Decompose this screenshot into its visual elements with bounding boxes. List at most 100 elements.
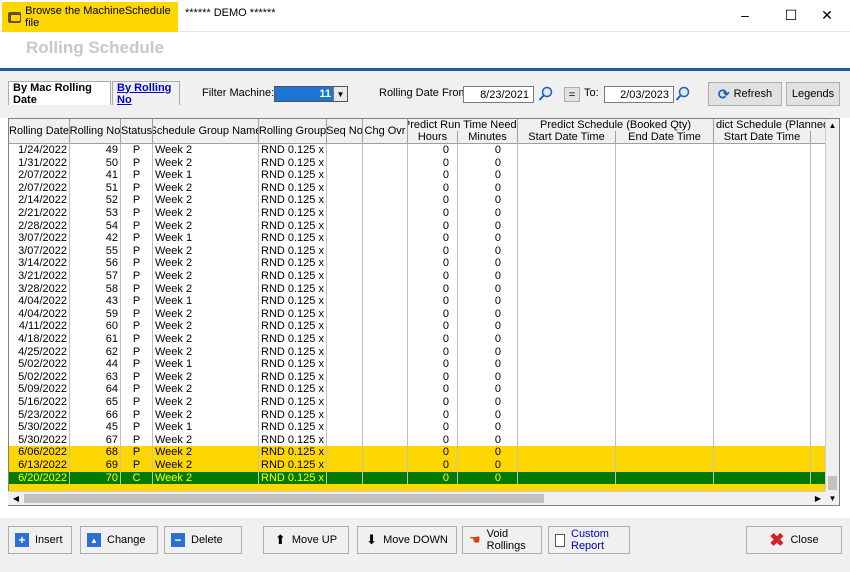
cell-hours: 0 xyxy=(408,244,458,258)
schedule-grid[interactable]: Rolling Date Rolling No Status Schedule … xyxy=(8,118,840,506)
table-row[interactable]: 5/23/2022 66 P Week 2 RND 0.125 x 2 00 xyxy=(9,408,827,422)
cell-rolling-date: 2/21/2022 xyxy=(9,207,70,220)
cell-rolling-no: 57 xyxy=(70,270,121,283)
col-status[interactable]: Status xyxy=(121,119,153,144)
table-row[interactable]: 1/31/2022 50 P Week 2 RND 0.125 x 2 00 xyxy=(9,156,827,170)
cell-rolling-date: 2/07/2022 xyxy=(9,181,70,195)
col-rolling-date[interactable]: Rolling Date xyxy=(9,119,70,144)
cell-rolling-no: 51 xyxy=(70,181,121,195)
cell-empty xyxy=(518,156,616,170)
cell-hours: 0 xyxy=(408,446,458,459)
refresh-button[interactable]: ⟳ Refresh xyxy=(708,82,782,106)
scroll-up-icon[interactable]: ▲ xyxy=(826,119,839,132)
table-row[interactable]: 1/24/2022 49 P Week 2 RND 0.125 x 2 00 xyxy=(9,144,827,157)
cell-rolling-date: 5/02/2022 xyxy=(9,370,70,384)
close-window-button[interactable]: ✕ xyxy=(804,0,850,30)
cell-empty xyxy=(616,446,714,459)
scroll-thumb[interactable] xyxy=(828,476,837,490)
vertical-scrollbar[interactable]: ▲ ▼ xyxy=(825,119,839,505)
table-row[interactable]: 3/07/2022 55 P Week 2 RND 0.125 x 2 00 xyxy=(9,244,827,258)
legends-button[interactable]: Legends xyxy=(786,82,840,106)
col-schedule-group-name[interactable]: Schedule Group Name xyxy=(153,119,259,144)
table-row[interactable]: 3/28/2022 58 P Week 2 RND 0.125 x 2 00 xyxy=(9,282,827,296)
col-hours[interactable]: Hours xyxy=(408,131,458,144)
cell-empty xyxy=(616,459,714,472)
table-row[interactable]: 2/28/2022 54 P Week 2 RND 0.125 x 2 00 xyxy=(9,219,827,233)
refresh-label: Refresh xyxy=(733,88,773,100)
col-rolling-no[interactable]: Rolling No xyxy=(70,119,121,144)
table-row[interactable]: 5/09/2022 64 P Week 2 RND 0.125 x 2 00 xyxy=(9,383,827,396)
table-row[interactable]: 5/16/2022 65 P Week 2 RND 0.125 x 2 00 xyxy=(9,396,827,409)
custom-report-button[interactable]: Custom Report xyxy=(548,526,630,554)
scroll-left-icon[interactable]: ◀ xyxy=(10,492,22,505)
cell-group-name: Week 2 xyxy=(153,471,259,485)
cell-empty xyxy=(616,270,714,283)
cell-empty xyxy=(518,295,616,308)
insert-button[interactable]: + Insert xyxy=(8,526,72,554)
col-seq-no[interactable]: Seq No xyxy=(327,119,363,144)
tab-by-rolling-no[interactable]: By Rolling No xyxy=(112,81,180,106)
table-row[interactable]: 2/14/2022 52 P Week 2 RND 0.125 x 2 00 xyxy=(9,194,827,207)
table-row[interactable]: 2/07/2022 51 P Week 2 RND 0.125 x 2 00 xyxy=(9,181,827,195)
table-row[interactable]: 3/14/2022 56 P Week 2 RND 0.125 x 2 00 xyxy=(9,257,827,270)
table-row[interactable]: 4/25/2022 62 P Week 2 RND 0.125 x 2 00 xyxy=(9,345,827,359)
move-up-button[interactable]: ⬆ Move UP xyxy=(263,526,349,554)
chevron-down-icon[interactable]: ▼ xyxy=(333,87,347,101)
cell-status: P xyxy=(121,446,153,459)
cell-rolling-no: 63 xyxy=(70,370,121,384)
minimize-button[interactable]: – xyxy=(722,0,768,30)
void-rollings-button[interactable]: ☚ Void Rollings xyxy=(462,526,542,554)
table-row[interactable]: 6/13/2022 69 P Week 2 RND 0.125 x 2 00 xyxy=(9,459,827,472)
hscroll-thumb[interactable] xyxy=(24,494,544,503)
tab-by-mac-rolling-date[interactable]: By Mac Rolling Date xyxy=(8,81,111,106)
equal-button[interactable]: = xyxy=(564,87,580,102)
cell-rolling-group: RND 0.125 x 2 xyxy=(261,383,327,396)
search-icon[interactable] xyxy=(538,86,554,102)
table-row[interactable]: 4/04/2022 59 P Week 2 RND 0.125 x 2 00 xyxy=(9,307,827,321)
table-row[interactable]: 5/02/2022 63 P Week 2 RND 0.125 x 2 00 xyxy=(9,370,827,384)
close-button[interactable]: ✖ Close xyxy=(746,526,842,554)
scroll-down-icon[interactable]: ▼ xyxy=(826,492,839,505)
cell-empty xyxy=(616,295,714,308)
cell-rolling-group: RND 0.125 x 2 xyxy=(261,358,327,371)
table-row[interactable]: 5/30/2022 67 P Week 2 RND 0.125 x 2 00 xyxy=(9,433,827,447)
table-row[interactable]: 2/07/2022 41 P Week 1 RND 0.125 x 2 00 xyxy=(9,169,827,182)
search-icon[interactable] xyxy=(675,86,691,102)
table-row[interactable]: 3/07/2022 42 P Week 1 RND 0.125 x 2 00 xyxy=(9,232,827,245)
cell-status: P xyxy=(121,396,153,409)
change-button[interactable]: ▲ Change xyxy=(80,526,158,554)
move-down-label: Move DOWN xyxy=(383,534,448,546)
col-start-date-time[interactable]: Start Date Time xyxy=(518,131,616,144)
table-row[interactable]: 4/18/2022 61 P Week 2 RND 0.125 x 2 00 xyxy=(9,333,827,346)
browse-file-button[interactable]: Browse the MachineSchedule file xyxy=(2,2,178,32)
col-minutes[interactable]: Minutes xyxy=(458,131,518,144)
table-row[interactable]: 6/06/2022 68 P Week 2 RND 0.125 x 2 00 xyxy=(9,446,827,459)
scroll-right-icon[interactable]: ▶ xyxy=(812,492,824,505)
move-down-button[interactable]: ⬇ Move DOWN xyxy=(357,526,457,554)
col-chg-ovr[interactable]: Chg Ovr xyxy=(363,119,408,144)
date-from-field[interactable]: 8/23/2021 xyxy=(463,86,534,103)
machine-select[interactable]: 11 ▼ xyxy=(274,86,348,102)
col-end-date-time[interactable]: End Date Time xyxy=(616,131,714,144)
horizontal-scrollbar[interactable]: ◀ ▶ xyxy=(8,491,826,505)
cell-empty xyxy=(518,144,616,157)
table-row[interactable]: 6/20/2022 70 C Week 2 RND 0.125 x 2 00 xyxy=(9,471,827,485)
col-rolling-group[interactable]: Rolling Group xyxy=(259,119,327,144)
cell-rolling-no: 44 xyxy=(70,358,121,371)
col-start-date-time-2[interactable]: Start Date Time xyxy=(714,131,811,144)
cell-status: P xyxy=(121,345,153,359)
cell-empty xyxy=(714,408,811,422)
table-row[interactable]: 5/02/2022 44 P Week 1 RND 0.125 x 2 00 xyxy=(9,358,827,371)
table-row[interactable]: 4/11/2022 60 P Week 2 RND 0.125 x 2 00 xyxy=(9,320,827,333)
table-row[interactable]: 3/21/2022 57 P Week 2 RND 0.125 x 2 00 xyxy=(9,270,827,283)
cell-status: P xyxy=(121,156,153,170)
delete-button[interactable]: − Delete xyxy=(164,526,242,554)
cell-minutes: 0 xyxy=(458,144,518,157)
cell-empty xyxy=(616,345,714,359)
cell-empty xyxy=(518,408,616,422)
table-row[interactable]: 4/04/2022 43 P Week 1 RND 0.125 x 2 00 xyxy=(9,295,827,308)
date-to-field[interactable]: 2/03/2023 xyxy=(604,86,674,103)
table-row[interactable]: 2/21/2022 53 P Week 2 RND 0.125 x 2 00 xyxy=(9,207,827,220)
table-row[interactable]: 5/30/2022 45 P Week 1 RND 0.125 x 2 00 xyxy=(9,421,827,434)
cell-rolling-no: 60 xyxy=(70,320,121,333)
